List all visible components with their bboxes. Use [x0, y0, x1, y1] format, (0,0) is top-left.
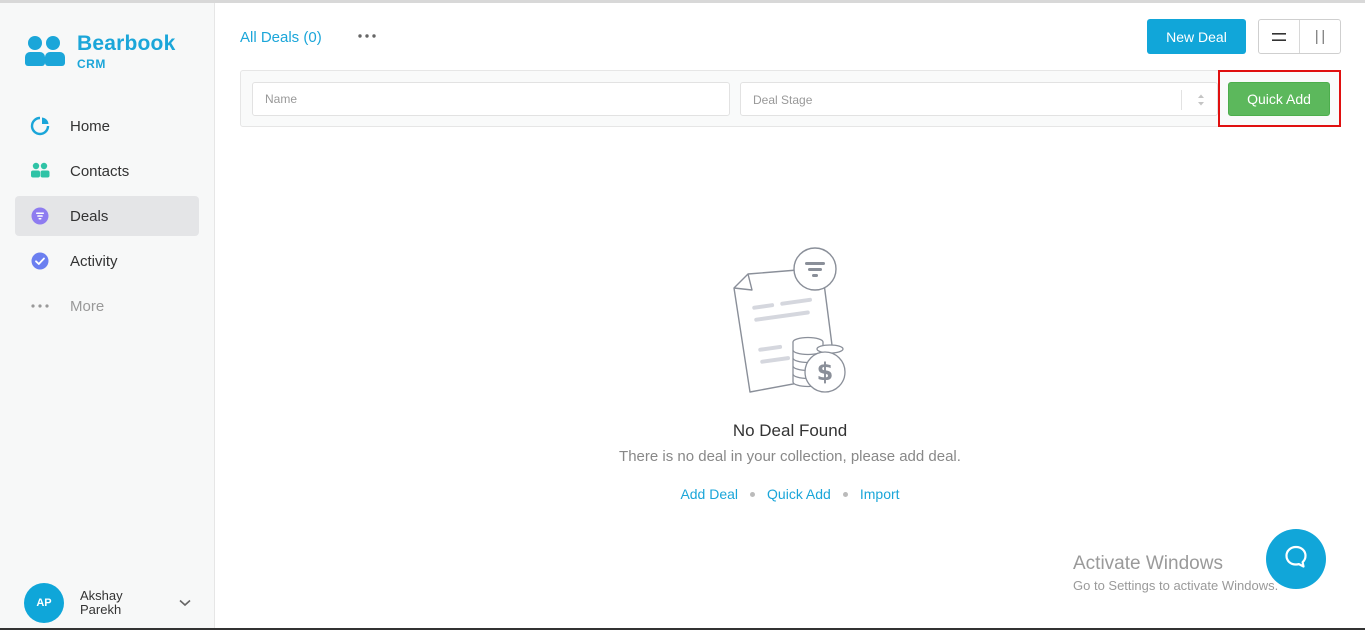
chevron-down-icon[interactable]	[179, 594, 191, 612]
sidebar-item-label: Deals	[70, 207, 109, 225]
new-deal-button[interactable]: New Deal	[1147, 19, 1246, 54]
sidebar: Bearbook CRM Home Contacts Deals Activit…	[0, 3, 215, 628]
empty-state-subtitle: There is no deal in your collection, ple…	[619, 448, 961, 465]
brand-sub: CRM	[77, 57, 106, 71]
deal-stage-placeholder: Deal Stage	[753, 93, 813, 107]
add-deal-link[interactable]: Add Deal	[680, 486, 738, 502]
svg-text:$: $	[817, 358, 834, 386]
quick-add-button[interactable]: Quick Add	[1228, 82, 1330, 116]
name-filter-input[interactable]	[252, 82, 730, 116]
sort-arrows-icon	[1197, 93, 1205, 107]
activation-watermark-subtitle: Go to Settings to activate Windows.	[1073, 578, 1279, 593]
empty-state-actions: Add Deal Quick Add Import	[590, 486, 990, 502]
sidebar-item-home[interactable]: Home	[15, 106, 199, 146]
empty-state-title: No Deal Found	[732, 421, 848, 440]
sidebar-item-contacts[interactable]: Contacts	[15, 151, 199, 191]
sidebar-item-deals[interactable]: Deals	[15, 196, 199, 236]
separator-dot	[842, 491, 848, 497]
user-menu[interactable]: AP Akshay Parekh	[24, 583, 199, 623]
filter-bar: Deal Stage Quick Add	[240, 70, 1341, 127]
view-toggle	[1258, 19, 1341, 54]
sidebar-item-label: Contacts	[70, 162, 130, 180]
sidebar-item-label: Home	[70, 117, 111, 135]
contacts-icon	[30, 161, 50, 181]
check-circle-icon	[30, 251, 50, 271]
import-link[interactable]: Import	[860, 486, 900, 502]
board-view-icon[interactable]	[1299, 20, 1340, 53]
sidebar-item-label: More	[70, 297, 105, 315]
deals-funnel-icon	[30, 206, 50, 226]
more-options-icon[interactable]	[357, 28, 377, 46]
pie-chart-icon	[30, 116, 50, 136]
sidebar-nav: Home Contacts Deals Activity More	[15, 106, 199, 331]
sidebar-item-label: Activity	[70, 252, 118, 270]
more-dots-icon	[30, 296, 50, 316]
sidebar-item-more[interactable]: More	[15, 286, 199, 326]
user-name: Akshay Parekh	[80, 588, 123, 617]
chat-bubble-icon	[1283, 544, 1309, 575]
brand-name: Bearbook	[77, 32, 176, 55]
list-view-icon[interactable]	[1259, 20, 1299, 53]
deal-stage-select[interactable]: Deal Stage	[740, 82, 1218, 116]
quick-add-link[interactable]: Quick Add	[767, 486, 831, 502]
empty-deals-illustration: $	[728, 246, 852, 398]
avatar: AP	[24, 583, 64, 623]
bear-logo-icon	[24, 33, 68, 69]
brand-logo[interactable]: Bearbook CRM	[24, 33, 175, 70]
page-title[interactable]: All Deals (0)	[240, 29, 322, 46]
activation-watermark-title: Activate Windows	[1073, 553, 1223, 574]
chat-launcher-button[interactable]	[1266, 529, 1326, 589]
sidebar-item-activity[interactable]: Activity	[15, 241, 199, 281]
separator-dot	[750, 491, 756, 497]
